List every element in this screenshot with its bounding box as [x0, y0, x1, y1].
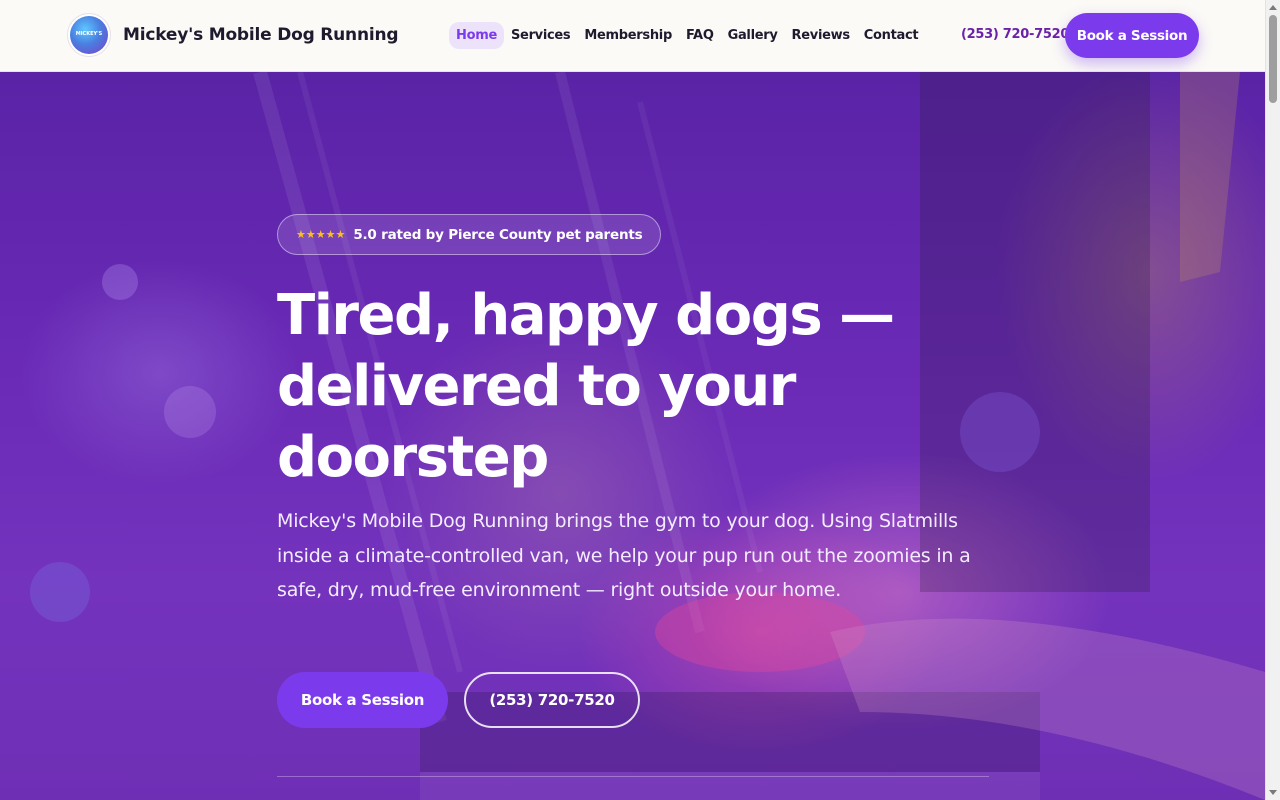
scroll-thumb[interactable]: [1269, 15, 1277, 103]
nav-item-reviews[interactable]: Reviews: [785, 22, 857, 49]
rating-badge-text: 5.0 rated by Pierce County pet parents: [353, 226, 643, 243]
header-phone-link[interactable]: (253) 720-7520: [961, 27, 1069, 42]
header-book-session-button[interactable]: Book a Session: [1065, 13, 1199, 58]
nav-item-home[interactable]: Home: [449, 22, 504, 49]
rating-badge: ★★★★★ 5.0 rated by Pierce County pet par…: [277, 214, 662, 255]
logo-text: MICKEY'S: [75, 31, 103, 38]
scroll-up-icon[interactable]: [1269, 5, 1277, 10]
logo: MICKEY'S: [67, 13, 111, 57]
site-header: MICKEY'S Mickey's Mobile Dog Running Hom…: [0, 0, 1265, 72]
page-scrollbar[interactable]: [1265, 0, 1280, 800]
nav-item-gallery[interactable]: Gallery: [721, 22, 785, 49]
star-icon: ★★★★★: [296, 228, 346, 241]
hero-phone-button[interactable]: (253) 720-7520: [464, 672, 640, 728]
brand-link[interactable]: MICKEY'S Mickey's Mobile Dog Running: [67, 13, 399, 57]
hero-divider: [277, 776, 989, 777]
dog-runner-logo-icon: MICKEY'S: [70, 16, 108, 54]
hero-section: ★★★★★ 5.0 rated by Pierce County pet par…: [0, 72, 1265, 800]
nav-item-membership[interactable]: Membership: [577, 22, 679, 49]
scroll-down-icon[interactable]: [1269, 790, 1277, 795]
hero-title: Tired, happy dogs — delivered to your do…: [277, 283, 895, 490]
main-nav: Home Services Membership FAQ Gallery Rev…: [449, 22, 925, 49]
nav-item-services[interactable]: Services: [504, 22, 577, 49]
nav-item-contact[interactable]: Contact: [857, 22, 926, 49]
brand-name: Mickey's Mobile Dog Running: [123, 25, 399, 45]
nav-item-faq[interactable]: FAQ: [679, 22, 721, 49]
hero-subtitle: Mickey's Mobile Dog Running brings the g…: [277, 510, 971, 601]
hero-book-session-button[interactable]: Book a Session: [277, 672, 448, 728]
